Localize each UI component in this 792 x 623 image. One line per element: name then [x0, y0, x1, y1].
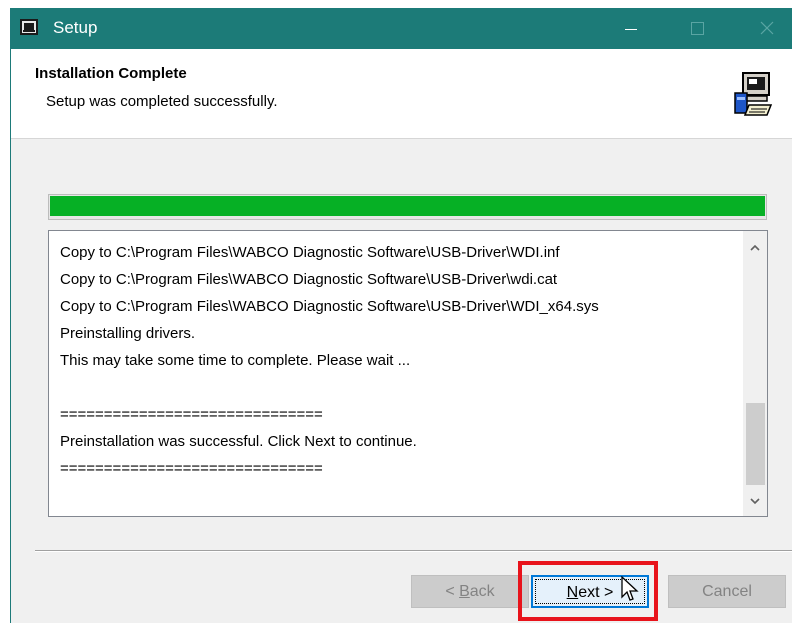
log-line: Preinstalling drivers.	[60, 325, 196, 342]
cancel-button[interactable]: Cancel	[668, 575, 786, 608]
log-line: Copy to C:\Program Files\WABCO Diagnosti…	[60, 244, 560, 261]
scroll-down-button[interactable]	[743, 490, 767, 512]
setup-window: Setup Installation Complete Setup was co…	[10, 8, 792, 623]
log-line: Copy to C:\Program Files\WABCO Diagnosti…	[60, 271, 558, 288]
chevron-down-icon	[750, 498, 760, 505]
maximize-button[interactable]	[674, 8, 720, 49]
footer-separator	[35, 550, 792, 552]
wizard-header: Installation Complete Setup was complete…	[11, 49, 792, 139]
mouse-cursor-icon	[621, 576, 639, 601]
log-line: ==============================	[60, 406, 323, 423]
back-accesskey: B	[459, 583, 470, 600]
scroll-thumb[interactable]	[746, 403, 765, 485]
log-line: ==============================	[60, 460, 323, 477]
scroll-up-button[interactable]	[743, 237, 767, 259]
log-scrollbar[interactable]	[743, 231, 767, 516]
log-line: This may take some time to complete. Ple…	[60, 352, 411, 369]
progress-fill	[50, 196, 765, 216]
header-title: Installation Complete	[35, 65, 187, 82]
setup-computer-icon	[734, 72, 773, 116]
window-title: Setup	[53, 18, 98, 37]
log-line: Copy to C:\Program Files\WABCO Diagnosti…	[60, 298, 599, 315]
chevron-up-icon	[750, 244, 760, 251]
close-button[interactable]	[744, 8, 790, 49]
back-button[interactable]: < Back	[411, 575, 529, 608]
log-line: Preinstallation was successful. Click Ne…	[60, 433, 417, 450]
setup-app-icon	[20, 19, 38, 35]
log-lines: Copy to C:\Program Files\WABCO Diagnosti…	[60, 239, 730, 482]
cancel-label: Cancel	[702, 583, 752, 600]
install-log[interactable]: Copy to C:\Program Files\WABCO Diagnosti…	[48, 230, 768, 517]
header-subtitle: Setup was completed successfully.	[46, 93, 278, 110]
close-icon	[760, 21, 774, 35]
minimize-button[interactable]	[608, 8, 654, 49]
back-label: ack	[469, 583, 495, 600]
back-prefix: <	[445, 583, 460, 600]
title-bar[interactable]: Setup	[11, 8, 792, 49]
install-progress-bar	[48, 194, 767, 220]
